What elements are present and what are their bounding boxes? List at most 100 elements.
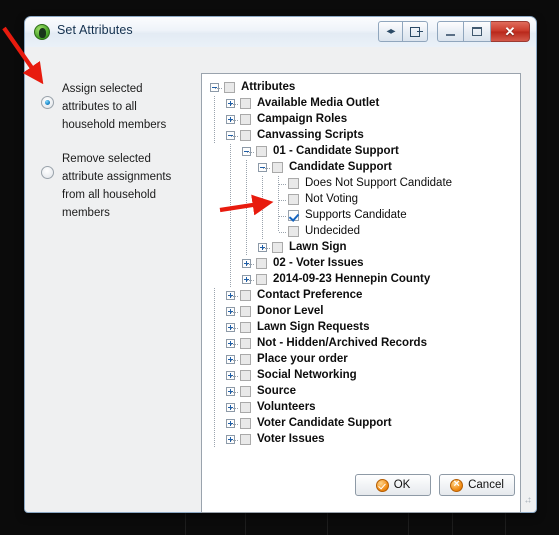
tree-guide-line	[262, 208, 263, 224]
tree-node-checkbox[interactable]	[272, 162, 283, 173]
tree-connector	[263, 248, 270, 249]
tree-guide-line	[214, 336, 215, 352]
tree-node-checkbox[interactable]	[256, 258, 267, 269]
tree-node-label: Social Networking	[257, 369, 357, 381]
resize-grip[interactable]	[522, 497, 531, 506]
tree-node-checkbox[interactable]	[224, 82, 235, 93]
set-attributes-dialog: Set Attributes ◂▸ ✕ Assign selected attr…	[24, 16, 537, 513]
tree-connector	[231, 424, 238, 425]
tree-guide-line	[214, 416, 215, 432]
tree-node[interactable]: Source	[206, 384, 518, 400]
tree-node-checkbox[interactable]	[240, 434, 251, 445]
tree-node-checkbox[interactable]	[272, 242, 283, 253]
tree-node-label: Volunteers	[257, 401, 316, 413]
tree-node[interactable]: Voter Candidate Support	[206, 416, 518, 432]
maximize-icon	[472, 27, 482, 36]
tree-node-checkbox[interactable]	[240, 306, 251, 317]
tree-node[interactable]: Not - Hidden/Archived Records	[206, 336, 518, 352]
tree-node[interactable]: Does Not Support Candidate	[206, 176, 518, 192]
tree-node-checkbox[interactable]	[288, 226, 299, 237]
tree-node-checkbox[interactable]	[240, 386, 251, 397]
tree-node[interactable]: Not Voting	[206, 192, 518, 208]
tree-guide-line	[214, 304, 215, 320]
tree-guide-line	[214, 96, 215, 112]
tree-node[interactable]: Volunteers	[206, 400, 518, 416]
tree-node[interactable]: Undecided	[206, 224, 518, 240]
tree-node[interactable]: 01 - Candidate Support	[206, 144, 518, 160]
cancel-button[interactable]: Cancel	[439, 474, 515, 496]
tree-node-checkbox[interactable]	[256, 146, 267, 157]
attributes-tree-panel[interactable]: Attributes Available Media Outlet Campaign…	[201, 73, 521, 513]
assign-radio[interactable]	[41, 96, 54, 109]
tree-node-label: Campaign Roles	[257, 113, 348, 125]
app-globe-icon	[34, 24, 50, 40]
tree-connector	[231, 312, 238, 313]
tree-guide-line	[262, 224, 263, 240]
dialog-body: Assign selected attributes to all househ…	[25, 47, 536, 513]
tree-node-label: Canvassing Scripts	[257, 129, 364, 141]
tree-connector	[231, 344, 238, 345]
tree-node[interactable]: Canvassing Scripts	[206, 128, 518, 144]
tree-node[interactable]: Lawn Sign	[206, 240, 518, 256]
tree-connector	[231, 440, 238, 441]
tree-node[interactable]: Lawn Sign Requests	[206, 320, 518, 336]
tree-node[interactable]: Voter Issues	[206, 432, 518, 448]
tree-node[interactable]: Donor Level	[206, 304, 518, 320]
tree-node-label: 02 - Voter Issues	[273, 257, 364, 269]
dialog-title-bar[interactable]: Set Attributes ◂▸ ✕	[25, 17, 536, 48]
tree-node-checkbox[interactable]	[240, 290, 251, 301]
tree-guide-line	[214, 400, 215, 416]
ok-check-icon	[375, 478, 389, 492]
tree-node-label: Donor Level	[257, 305, 324, 317]
expand-collapse-button[interactable]: ◂▸	[378, 21, 403, 42]
tree-node-label: 01 - Candidate Support	[273, 145, 399, 157]
tree-connector	[279, 184, 286, 185]
tree-guide-line	[262, 176, 263, 192]
tree-node[interactable]: Attributes	[206, 80, 518, 96]
tree-node[interactable]: 2014-09-23 Hennepin County	[206, 272, 518, 288]
tree-node-checkbox[interactable]	[240, 418, 251, 429]
tree-node-checkbox[interactable]	[240, 114, 251, 125]
tree-node-label: Voter Candidate Support	[257, 417, 392, 429]
tree-guide-line	[230, 144, 231, 160]
detach-panel-button[interactable]	[403, 21, 428, 42]
tree-node-checkbox[interactable]	[288, 194, 299, 205]
tree-node-checkbox[interactable]	[240, 338, 251, 349]
tree-node-label: Candidate Support	[289, 161, 392, 173]
tree-node-checkbox[interactable]	[240, 370, 251, 381]
tree-node-checkbox[interactable]	[240, 130, 251, 141]
tree-connector	[247, 152, 254, 153]
close-button[interactable]: ✕	[491, 21, 530, 42]
tree-guide-line	[262, 192, 263, 208]
left-right-arrows-icon: ◂▸	[386, 26, 395, 37]
tree-node-checkbox[interactable]	[240, 354, 251, 365]
tree-guide-line	[230, 208, 231, 224]
minimize-button[interactable]	[437, 21, 464, 42]
tree-node[interactable]: Place your order	[206, 352, 518, 368]
tree-node-checkbox[interactable]	[240, 98, 251, 109]
tree-node[interactable]: Candidate Support	[206, 160, 518, 176]
tree-node-checkbox[interactable]	[288, 178, 299, 189]
tree-node[interactable]: Social Networking	[206, 368, 518, 384]
tree-node-checkbox[interactable]	[256, 274, 267, 285]
maximize-button[interactable]	[464, 21, 491, 42]
tree-guide-line	[230, 160, 231, 176]
ok-button[interactable]: OK	[355, 474, 431, 496]
tree-node[interactable]: Supports Candidate	[206, 208, 518, 224]
supports-candidate-checkbox[interactable]	[288, 210, 299, 221]
tree-guide-line	[246, 176, 247, 192]
tree-guide-line	[214, 128, 215, 144]
dialog-title: Set Attributes	[57, 23, 133, 37]
tree-node[interactable]: Available Media Outlet	[206, 96, 518, 112]
tree-node-checkbox[interactable]	[240, 322, 251, 333]
tree-guide-line	[230, 272, 231, 288]
tree-node[interactable]: Campaign Roles	[206, 112, 518, 128]
remove-radio[interactable]	[41, 166, 54, 179]
option-assign[interactable]: Assign selected attributes to all househ…	[36, 79, 176, 133]
tree-node[interactable]: Contact Preference	[206, 288, 518, 304]
attributes-tree: Attributes Available Media Outlet Campaign…	[206, 80, 518, 448]
tree-guide-line	[246, 160, 247, 176]
tree-node[interactable]: 02 - Voter Issues	[206, 256, 518, 272]
option-remove[interactable]: Remove selected attribute assignments fr…	[36, 149, 176, 221]
tree-node-checkbox[interactable]	[240, 402, 251, 413]
